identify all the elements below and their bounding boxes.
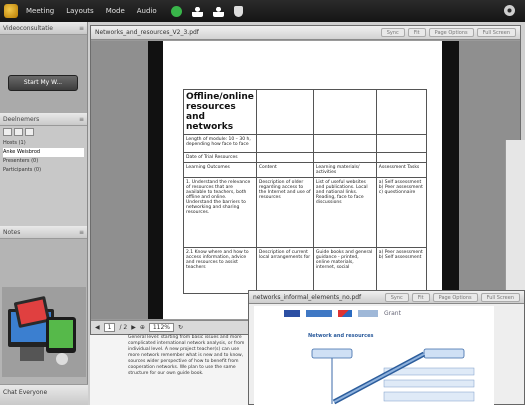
page-number-input[interactable]: 1 <box>103 323 116 332</box>
document-viewer[interactable]: Offline/online resources and networks Le… <box>91 41 520 319</box>
second-window-buttons: Sync Fit Page Options Full Screen <box>384 292 520 302</box>
participants-list: Hosts (1) Anke Weisbrod Presenters (0) P… <box>0 126 87 226</box>
network-diagram <box>311 348 475 405</box>
menu-mode[interactable]: Mode <box>106 7 125 15</box>
menu-bar: Meeting Layouts Mode Audio <box>0 0 525 22</box>
slide-page: Grant Network and resources <box>254 306 494 405</box>
next-page-icon[interactable]: ▶ <box>131 324 136 331</box>
module-length-cell: Length of module: 10 – 30 h, depending h… <box>183 134 257 153</box>
sync-button[interactable]: Sync <box>380 28 405 37</box>
sort-icon[interactable] <box>25 128 34 136</box>
header-content: Content <box>255 162 314 178</box>
background-window-edge <box>505 140 525 290</box>
row2-outcome: 2.1 Know where and how to access informa… <box>183 247 257 294</box>
page-count: / 2 <box>119 324 128 331</box>
chat-panel-header[interactable]: Chat Everyone <box>0 384 88 405</box>
full-screen-button[interactable]: Full Screen <box>480 292 520 302</box>
fit-button[interactable]: Fit <box>407 28 426 37</box>
row2-assessment: a) Peer assessment b) Self assessment <box>375 247 428 294</box>
doc-title: Offline/online resources and networks <box>186 92 254 132</box>
second-document-title: networks_informal_elements_no.pdf <box>253 293 362 301</box>
doc-title-cell: Offline/online resources and networks <box>183 89 257 135</box>
attendee-icon[interactable] <box>212 5 224 17</box>
broadcast-area: Start My W... <box>0 35 87 113</box>
notes-panel-header: Notes ≡ <box>0 226 87 239</box>
list-view-icon[interactable] <box>3 128 12 136</box>
full-screen-button[interactable]: Full Screen <box>476 28 516 37</box>
document-title: Networks_and_resources_V2_3.pdf <box>95 29 199 36</box>
panel-menu-icon[interactable]: ≡ <box>79 116 84 123</box>
broadcast-panel-title: Videoconsultatie <box>3 25 53 32</box>
participant-item[interactable]: Anke Weisbrod <box>3 148 84 157</box>
desktop-image <box>2 287 86 377</box>
participants-panel-header: Deelnemers ≡ <box>0 113 87 126</box>
row2-materials: Guide books and general guidance - print… <box>312 247 377 294</box>
document-window-buttons: Sync Fit Page Options Full Screen <box>380 28 516 37</box>
participant-group-participants[interactable]: Participants (0) <box>3 166 84 175</box>
previous-page-icon[interactable]: ◀ <box>95 324 100 331</box>
row1-content: Description of older regarding access to… <box>255 177 314 248</box>
page-options-button[interactable]: Page Options <box>428 28 474 37</box>
second-document-window: networks_informal_elements_no.pdf Sync F… <box>248 290 525 405</box>
participants-tools <box>3 128 84 136</box>
fit-button[interactable]: Fit <box>411 292 430 302</box>
partner-logo <box>338 310 352 317</box>
header-assessment-tasks: Assessment Tasks <box>375 162 428 178</box>
background-document-text: General level: starting from basic issue… <box>128 335 245 376</box>
menu-meeting[interactable]: Meeting <box>26 7 54 15</box>
eu-flag-logo <box>284 310 300 317</box>
panel-menu-icon[interactable]: ≡ <box>79 25 84 32</box>
slide-title: Network and resources <box>308 333 374 339</box>
row1-assessment: a) Self assessment b) Peer assessment c)… <box>375 177 428 248</box>
page-frame: Offline/online resources and networks Le… <box>148 41 459 319</box>
broadcast-panel-header: Videoconsultatie ≡ <box>0 22 87 35</box>
row2-content: Description of current local arrangement… <box>255 247 314 294</box>
raise-hand-icon[interactable] <box>233 5 243 17</box>
curriculum-table: Offline/online resources and networks Le… <box>183 89 428 294</box>
notes-area <box>0 239 87 384</box>
header-learning-outcomes: Learning Outcomes <box>183 162 257 178</box>
menu-audio[interactable]: Audio <box>137 7 157 15</box>
screen: Meeting Layouts Mode Audio Videoconsulta… <box>0 0 525 405</box>
sync-button[interactable]: Sync <box>384 292 409 302</box>
program-logo <box>306 310 332 317</box>
second-document-titlebar: networks_informal_elements_no.pdf Sync F… <box>249 291 524 304</box>
person-icon[interactable] <box>191 5 203 17</box>
slide-logos: Grant <box>284 310 401 317</box>
menu-items: Meeting Layouts Mode Audio <box>26 7 157 15</box>
row1-outcome: 1. Understand the relevance of resources… <box>183 177 257 248</box>
start-webcam-button[interactable]: Start My W... <box>8 75 78 91</box>
page-options-button[interactable]: Page Options <box>432 292 478 302</box>
date-cell: Date of Trial Resources <box>183 152 257 163</box>
participant-group-presenters[interactable]: Presenters (0) <box>3 157 84 166</box>
zoom-in-icon[interactable]: ⊕ <box>140 324 145 331</box>
header-learning-materials: Learning materials/ activities <box>312 162 377 178</box>
notes-panel-title: Notes <box>3 229 21 236</box>
toolbar-icons <box>170 5 243 17</box>
grant-logo: Grant <box>384 310 401 317</box>
app-logo-icon <box>4 4 18 18</box>
zoom-select[interactable]: 112% <box>148 323 175 332</box>
grid-view-icon[interactable] <box>14 128 23 136</box>
rotate-icon[interactable]: ↻ <box>178 324 183 331</box>
settings-gear-icon[interactable] <box>504 5 515 16</box>
pdf-page: Offline/online resources and networks Le… <box>163 41 442 319</box>
sidebar: Videoconsultatie ≡ Start My W... Deelnem… <box>0 22 88 405</box>
document-titlebar: Networks_and_resources_V2_3.pdf Sync Fit… <box>91 26 520 40</box>
panel-menu-icon[interactable]: ≡ <box>79 229 84 236</box>
participant-group-hosts[interactable]: Hosts (1) <box>3 139 84 148</box>
document-toolbar: ◀ 1 / 2 ▶ ⊕ 112% ↻ <box>91 320 251 334</box>
participants-panel-title: Deelnemers <box>3 116 40 123</box>
document-window: Networks_and_resources_V2_3.pdf Sync Fit… <box>90 25 521 335</box>
status-icon[interactable] <box>170 5 182 17</box>
row1-materials: List of useful websites and publications… <box>312 177 377 248</box>
partner-logo-2 <box>358 310 378 317</box>
menu-layouts[interactable]: Layouts <box>66 7 93 15</box>
